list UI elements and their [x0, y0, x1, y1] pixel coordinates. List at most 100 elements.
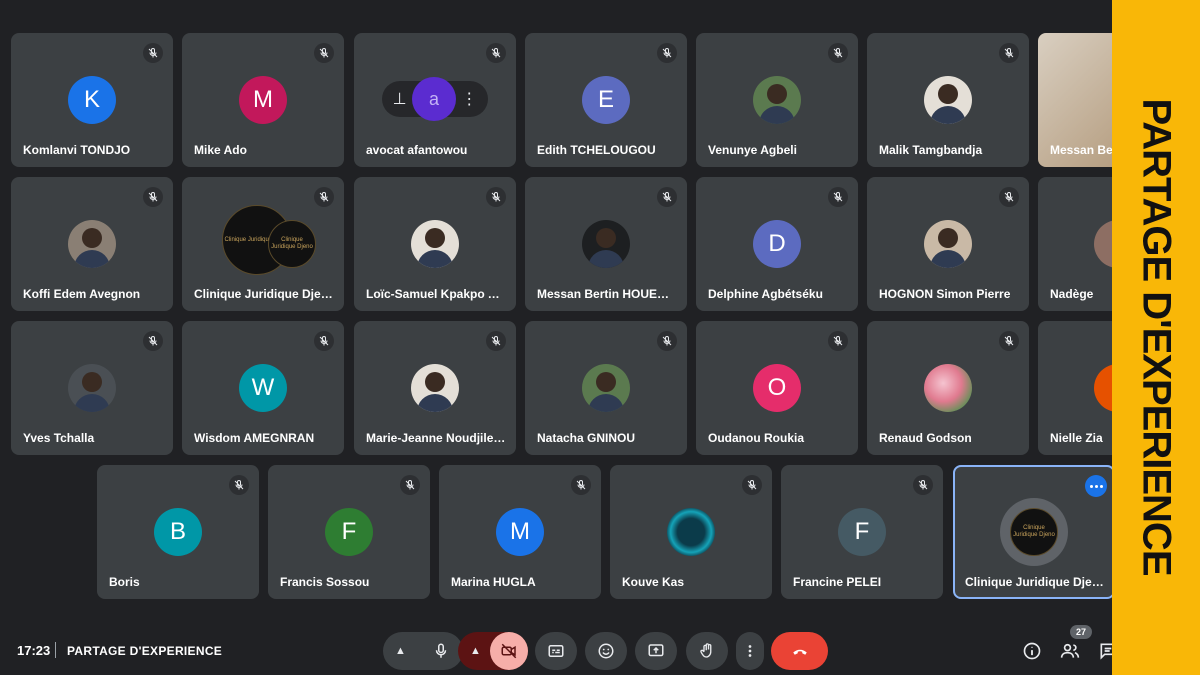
banner-title: PARTAGE D'EXPERIENCE [1134, 98, 1179, 576]
participant-name: Mike Ado [194, 143, 247, 157]
avatar-photo [68, 364, 116, 412]
mic-off-icon [657, 43, 677, 63]
present-screen-button[interactable] [635, 632, 677, 670]
avatar: M [239, 76, 287, 124]
participant-tile[interactable]: M Marina HUGLA [439, 465, 601, 599]
chat-button[interactable] [1094, 637, 1112, 665]
participant-tile[interactable]: Kouve Kas [610, 465, 772, 599]
mic-off-icon [999, 187, 1019, 207]
participant-name: Clinique Juridique Djen... [965, 575, 1105, 589]
avatar: K [68, 76, 116, 124]
leave-call-button[interactable] [771, 632, 828, 670]
mic-off-icon [828, 187, 848, 207]
participant-tile[interactable]: Natacha GNINOU [525, 321, 687, 455]
participant-name: Messan Ber [1050, 143, 1112, 157]
participant-tile[interactable]: K Komlanvi TONDJO [11, 33, 173, 167]
avatar-photo [582, 220, 630, 268]
avatar: M [496, 508, 544, 556]
more-options-button[interactable] [736, 632, 764, 670]
participant-tile[interactable]: W Wisdom AMEGNRAN [182, 321, 344, 455]
avatar-photo [411, 220, 459, 268]
participant-name: Venunye Agbeli [708, 143, 797, 157]
participant-tile[interactable]: ⊥ a ⋮ avocat afantowou [354, 33, 516, 167]
participant-tile[interactable]: O Oudanou Roukia [696, 321, 858, 455]
participant-name: avocat afantowou [366, 143, 468, 157]
avatar: F [838, 508, 886, 556]
participant-tile[interactable]: Malik Tamgbandja [867, 33, 1029, 167]
avatar-photo [753, 76, 801, 124]
participant-name: Koffi Edem Avegnon [23, 287, 141, 301]
meeting-title: PARTAGE D'EXPERIENCE [67, 644, 223, 658]
people-button[interactable] [1056, 637, 1084, 665]
meeting-details-button[interactable] [1018, 637, 1046, 665]
mic-off-icon [657, 331, 677, 351]
chat-icon [1100, 643, 1112, 660]
mic-off-icon [999, 43, 1019, 63]
participant-tile[interactable]: E Edith TCHELOUGOU [525, 33, 687, 167]
avatar [1094, 364, 1112, 412]
more-options-icon[interactable]: ⋮ [461, 89, 477, 109]
mic-off-icon [486, 187, 506, 207]
participant-name: Malik Tamgbandja [879, 143, 983, 157]
participant-tile[interactable]: Loïc-Samuel Kpakpo AK... [354, 177, 516, 311]
avatar-photo [924, 76, 972, 124]
participant-tile[interactable]: HOGNON Simon Pierre [867, 177, 1029, 311]
participant-tile[interactable]: Koffi Edem Avegnon [11, 177, 173, 311]
active-speaker-tile[interactable]: Clinique Juridique Djeno Clinique Juridi… [953, 465, 1112, 599]
mic-control-group: ▲ [383, 632, 463, 670]
participant-tile[interactable]: M Mike Ado [182, 33, 344, 167]
camera-toggle-button[interactable] [490, 632, 528, 670]
avatar-photo [68, 220, 116, 268]
mic-off-icon [571, 475, 591, 495]
participant-video-tile[interactable]: Messan Ber [1038, 33, 1112, 167]
divider [55, 642, 56, 658]
participant-tile[interactable]: Nielle Zia [1038, 321, 1112, 455]
raise-hand-button[interactable] [686, 632, 728, 670]
mic-off-icon [486, 43, 506, 63]
emoji-reactions-button[interactable] [585, 632, 627, 670]
pin-icon[interactable]: ⊥ [393, 89, 407, 109]
participant-tile[interactable]: Marie-Jeanne Noudjilel... [354, 321, 516, 455]
mic-off-icon [143, 331, 163, 351]
participant-tile[interactable]: B Boris [97, 465, 259, 599]
participant-tile[interactable]: F Francine PELEI [781, 465, 943, 599]
participant-name: Nadège [1050, 287, 1094, 301]
participant-name: Clinique Juridique Djena... [194, 287, 334, 301]
microphone-button[interactable] [425, 635, 457, 667]
participant-name: Loïc-Samuel Kpakpo AK... [366, 287, 506, 301]
participant-name: Natacha GNINOU [537, 431, 636, 445]
captions-icon [548, 645, 564, 657]
avatar: O [753, 364, 801, 412]
participant-name: Yves Tchalla [23, 431, 95, 445]
captions-button[interactable] [535, 632, 577, 670]
mic-off-icon [657, 187, 677, 207]
avatar: W [239, 364, 287, 412]
avatar-photo [1094, 220, 1112, 268]
logo-image: Clinique Juridique Djeno [1010, 508, 1058, 556]
event-banner: PARTAGE D'EXPERIENCE [1112, 0, 1200, 675]
mic-off-icon [828, 331, 848, 351]
present-screen-icon [648, 644, 664, 657]
chevron-up-icon[interactable]: ▲ [395, 645, 406, 657]
participant-tile[interactable]: Clinique Juridique Djeno Clinique Juridi… [182, 177, 344, 311]
avatar-photo [411, 364, 459, 412]
avatar: B [154, 508, 202, 556]
avatar: E [582, 76, 630, 124]
participant-name: Kouve Kas [622, 575, 685, 589]
participant-tile[interactable]: Messan Bertin HOUESS... [525, 177, 687, 311]
end-call-icon [792, 649, 807, 655]
chevron-up-icon[interactable]: ▲ [470, 645, 481, 657]
info-icon [1023, 642, 1041, 660]
participant-tile[interactable]: F Francis Sossou [268, 465, 430, 599]
participant-name: Messan Bertin HOUESS... [537, 287, 677, 301]
participant-tile[interactable]: Yves Tchalla [11, 321, 173, 455]
participant-tile[interactable]: Nadège [1038, 177, 1112, 311]
participant-name: Edith TCHELOUGOU [537, 143, 656, 157]
logo-image: Clinique Juridique Djeno [268, 220, 316, 268]
participant-tile[interactable]: Renaud Godson [867, 321, 1029, 455]
participant-tile[interactable]: D Delphine Agbétséku [696, 177, 858, 311]
mic-off-icon [913, 475, 933, 495]
meeting-stage: K Komlanvi TONDJO M Mike Ado ⊥ a ⋮ avoca… [0, 0, 1112, 675]
participant-name: Nielle Zia [1050, 431, 1103, 445]
participant-tile[interactable]: Venunye Agbeli [696, 33, 858, 167]
